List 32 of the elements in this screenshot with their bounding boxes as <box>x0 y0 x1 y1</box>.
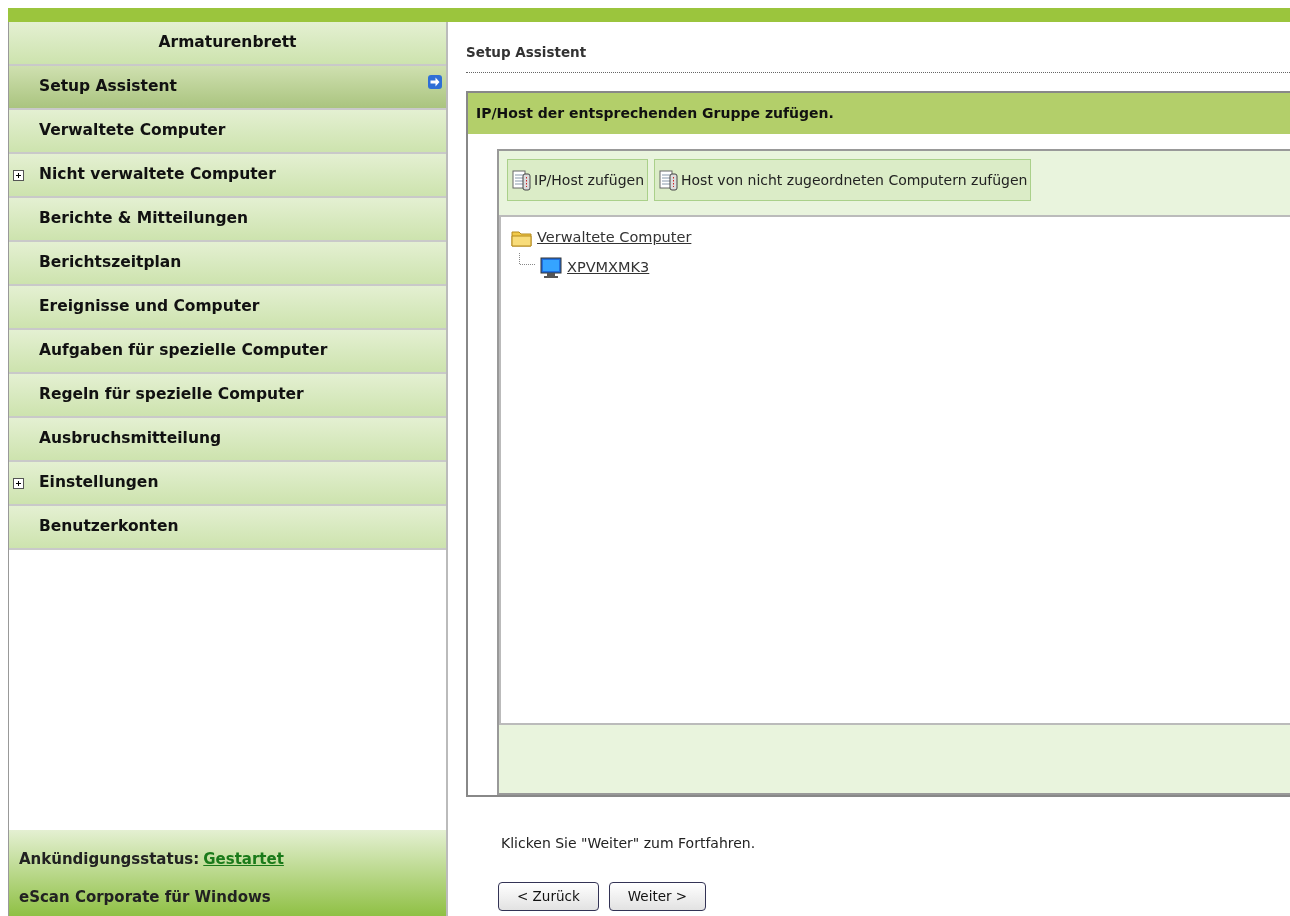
tree-node-link[interactable]: Verwaltete Computer <box>537 227 692 250</box>
arrow-icon <box>427 74 443 90</box>
status-label: Ankündigungsstatus: <box>19 848 200 870</box>
sidebar-item[interactable]: Regeln für spezielle Computer <box>9 374 446 418</box>
sidebar-item[interactable]: Einstellungen <box>9 462 446 506</box>
sidebar-item[interactable]: Setup Assistent <box>9 66 446 110</box>
server-icon <box>658 169 680 192</box>
folder-icon <box>511 228 533 249</box>
plus-icon[interactable] <box>13 169 24 181</box>
panel-header: IP/Host der entsprechenden Gruppe zufügen. <box>468 93 1290 135</box>
tree-node-link[interactable]: XPVMXMK3 <box>567 257 650 280</box>
sidebar-item[interactable]: Verwaltete Computer <box>9 110 446 154</box>
instruction-text: Klicken Sie "Weiter" zum Fortfahren. <box>501 834 757 854</box>
product-name: eScan Corporate für Windows <box>19 886 271 908</box>
nav-button[interactable]: < Zurück <box>498 882 599 911</box>
toolbar-button[interactable]: Host von nicht zugeordneten Computern zufügen <box>654 159 1032 202</box>
sidebar-item[interactable]: Benutzerkonten <box>9 506 446 550</box>
sidebar-item[interactable]: Aufgaben für spezielle Computer <box>9 330 446 374</box>
nav-button[interactable]: Weiter > <box>608 882 707 911</box>
sidebar-item[interactable]: Nicht verwaltete Computer <box>9 154 446 198</box>
sidebar-item[interactable]: Berichte & Mitteilungen <box>9 198 446 242</box>
sidebar-item[interactable]: Ereignisse und Computer <box>9 286 446 330</box>
page-title: Setup Assistent <box>466 42 1290 74</box>
computer-icon <box>539 257 563 280</box>
server-icon <box>511 169 533 192</box>
tree-connector <box>519 253 535 266</box>
sidebar-title: Armaturenbrett <box>9 22 446 66</box>
toolbar-button[interactable]: IP/Host zufügen <box>507 159 648 202</box>
sidebar-item[interactable]: Ausbruchsmitteilung <box>9 418 446 462</box>
sidebar-item[interactable]: Berichtszeitplan <box>9 242 446 286</box>
plus-icon[interactable] <box>13 477 24 489</box>
status-link[interactable]: Gestartet <box>203 847 284 871</box>
